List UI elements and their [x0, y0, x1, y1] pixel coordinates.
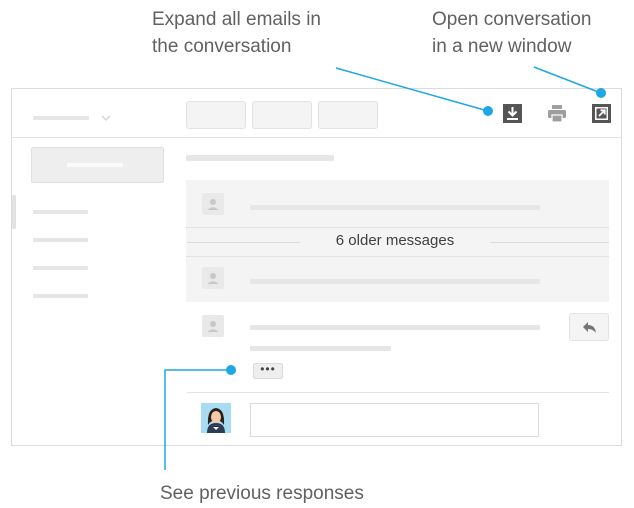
expand-callout-dot: [483, 106, 493, 116]
callout-lines: [164, 66, 606, 470]
previous-callout-line: [164, 369, 231, 470]
open-callout-line: [533, 66, 602, 94]
open-callout-dot: [596, 88, 606, 98]
previous-callout-dot: [226, 365, 236, 375]
expand-callout-line: [335, 67, 489, 112]
